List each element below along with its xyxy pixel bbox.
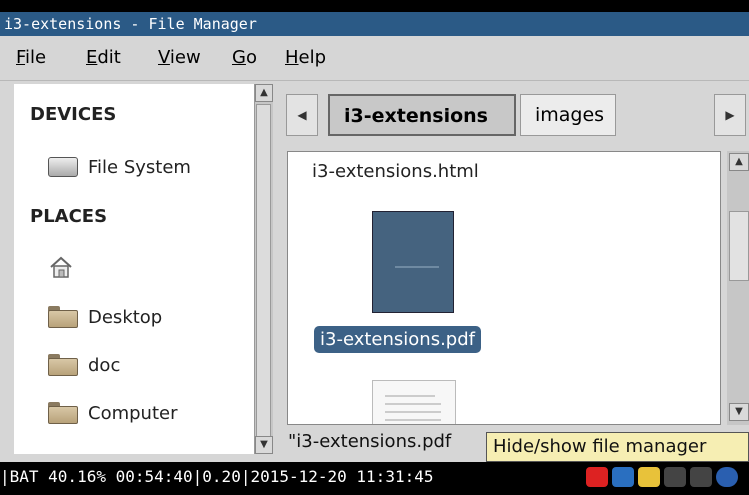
volume-icon[interactable] [664,467,686,487]
signal-icon[interactable] [690,467,712,487]
sidebar-item-label: doc [88,354,121,376]
sidebar-item-desktop[interactable]: Desktop [48,300,162,334]
sidebar-item-label: Desktop [88,306,163,328]
sidebar-item-file-system[interactable]: File System [48,150,191,184]
file-view: i3-extensions.html i3-extensions.pdf [287,151,721,425]
hp-icon[interactable] [612,467,634,487]
tooltip: Hide/show file manager [486,432,749,462]
scroll-up-arrow-icon[interactable]: ▲ [729,153,749,171]
bluetooth-icon[interactable] [716,467,738,487]
side-pane: DEVICES File System PLACES Desktop doc C… [14,84,254,454]
drive-icon [48,157,78,177]
file-view-scroll-thumb[interactable] [729,211,749,281]
menu-edit[interactable]: Edit [86,46,121,70]
file-manager-window: i3-extensions - File Manager File Edit V… [0,0,749,495]
sidebar-item-doc[interactable]: doc [48,348,120,382]
sidebar-scroll-thumb[interactable] [256,104,271,454]
window-title: i3-extensions - File Manager [0,12,749,36]
devices-heading: DEVICES [30,104,117,125]
places-heading: PLACES [30,206,108,227]
sidebar-item-label: Computer [88,402,178,424]
menu-go[interactable]: Go [232,46,257,70]
system-tray [586,467,738,489]
text-document-icon[interactable] [372,380,456,424]
file-view-scrollbar[interactable]: ▲ ▼ [727,151,749,425]
path-bar: ◀ i3-extensions images ▶ [286,94,746,138]
crumb-i3-extensions[interactable]: i3-extensions [328,94,516,136]
status-text: |BAT 40.16% 00:54:40|0.20|2015-12-20 11:… [0,467,434,486]
scroll-up-arrow-icon[interactable]: ▲ [255,84,273,102]
crumb-images[interactable]: images [520,94,616,136]
title-bar: i3-extensions - File Manager [0,0,749,36]
path-right-arrow-icon[interactable]: ▶ [714,94,746,136]
folder-icon [48,354,78,376]
i3-status-bar: |BAT 40.16% 00:54:40|0.20|2015-12-20 11:… [0,462,749,495]
menu-help[interactable]: Help [285,46,326,70]
menu-file[interactable]: File [16,46,46,70]
sidebar-item-label: File System [88,156,191,178]
sidebar-item-home[interactable] [48,250,84,284]
notes-icon[interactable] [638,467,660,487]
desktop-folder-icon [48,306,78,328]
scroll-down-arrow-icon[interactable]: ▼ [255,436,273,454]
sidebar-item-computer[interactable]: Computer [48,396,177,430]
menu-bar: File Edit View Go Help [0,36,749,81]
menu-view[interactable]: View [158,46,201,70]
folder-icon [48,402,78,424]
path-left-arrow-icon[interactable]: ◀ [286,94,318,136]
home-icon [48,255,74,279]
network-error-icon[interactable] [586,467,608,487]
file-item-html[interactable]: i3-extensions.html [312,161,479,182]
pdf-thumbnail-icon[interactable] [372,211,454,313]
sidebar-scrollbar[interactable]: ▲ ▼ [254,84,273,454]
scroll-down-arrow-icon[interactable]: ▼ [729,403,749,421]
file-item-pdf[interactable]: i3-extensions.pdf [314,326,481,353]
